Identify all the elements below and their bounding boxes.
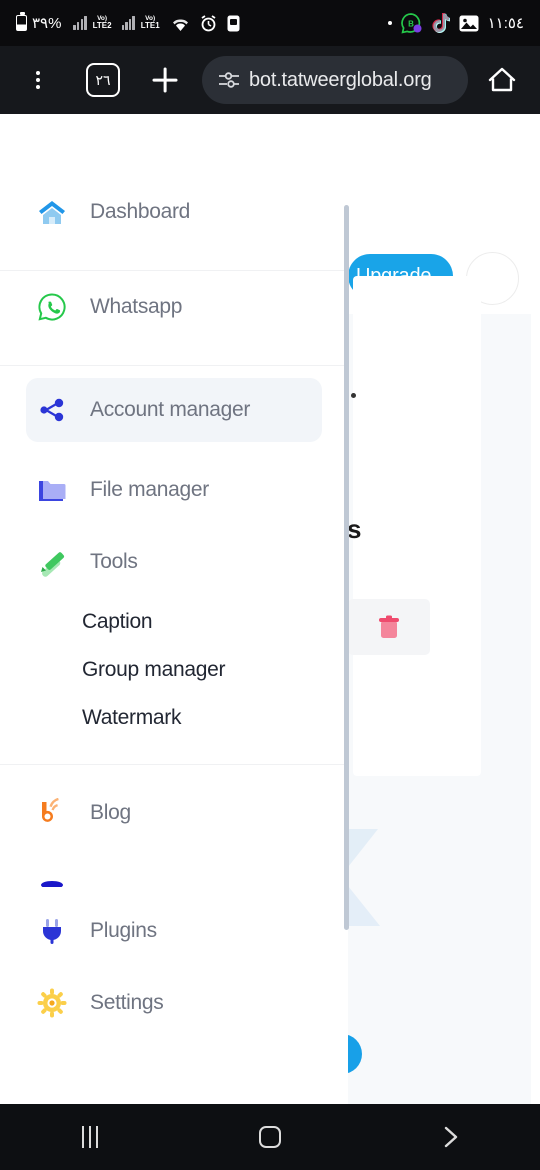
home-square-icon[interactable] (180, 1126, 360, 1148)
sidebar-label: Account manager (90, 398, 251, 421)
sidebar-label: File manager (90, 478, 209, 501)
site-settings-icon[interactable] (218, 71, 240, 89)
url-text[interactable]: bot.tatweerglobal.org (249, 69, 432, 92)
sim-card-icon (227, 15, 240, 32)
content-card (353, 276, 481, 776)
sidebar-label: Whatsapp (90, 295, 183, 318)
url-bar[interactable]: bot.tatweerglobal.org (202, 56, 468, 104)
sidebar-label: Settings (90, 991, 164, 1014)
sidebar-item-settings[interactable]: Settings (0, 967, 348, 1039)
signal-bars-icon (121, 16, 135, 30)
recents-icon[interactable] (0, 1126, 180, 1148)
plus-icon[interactable] (142, 58, 188, 102)
sidebar-sublabel: Watermark (82, 706, 182, 729)
back-chevron-icon[interactable] (360, 1123, 540, 1151)
share-nodes-icon (36, 394, 68, 426)
tools-pencil-icon (36, 546, 68, 578)
wifi-icon (171, 15, 190, 31)
sidebar-label: Blog (90, 801, 131, 824)
drawer-scrollbar[interactable] (344, 205, 349, 930)
alarm-clock-icon (200, 14, 217, 32)
sidebar-item-whatsapp[interactable]: Whatsapp (0, 271, 348, 343)
sidebar-item-tools[interactable]: Tools (0, 526, 348, 598)
sidebar-item-dashboard[interactable]: Dashboard (0, 176, 348, 248)
svg-text:B: B (408, 19, 414, 28)
plug-icon (36, 915, 68, 947)
whatsapp-business-icon: B (400, 12, 422, 34)
battery-icon (16, 12, 27, 31)
home-icon[interactable] (482, 58, 522, 102)
sidebar-sublabel: Caption (82, 610, 153, 633)
blog-rss-icon (36, 797, 68, 829)
list-bullet (351, 393, 356, 398)
partial-text-glyph: s (347, 514, 362, 544)
browser-toolbar: ٢٦ bot.tatweerglobal.org (0, 46, 540, 114)
sidebar-item-clipped[interactable] (0, 849, 348, 895)
gallery-icon (459, 15, 479, 32)
signal-bars-icon (73, 16, 87, 30)
android-nav-bar (0, 1104, 540, 1170)
sidebar-sublabel: Group manager (82, 658, 226, 681)
blue-partial-icon (36, 857, 68, 887)
folder-icon (36, 474, 68, 506)
drawer-menu: Dashboard Whatsapp Account manager File … (0, 114, 348, 1039)
sidebar-item-file-manager[interactable]: File manager (0, 454, 348, 526)
sidebar-subitem-watermark[interactable]: Watermark (0, 694, 348, 742)
dot-indicator (387, 21, 392, 25)
sidebar-label: Plugins (90, 919, 157, 942)
phone-screen: Upgrade s (0, 0, 540, 1170)
sidebar-subitem-caption[interactable]: Caption (0, 598, 348, 646)
gear-icon (36, 987, 68, 1019)
trash-icon (379, 615, 399, 638)
network-type-lte1: Vo) LTE1 (140, 14, 160, 31)
tiktok-icon (431, 12, 450, 34)
sidebar-label: Dashboard (90, 200, 191, 223)
sidebar-item-blog[interactable]: Blog (0, 777, 348, 849)
sidebar-label: Tools (90, 550, 138, 573)
navigation-drawer: Dashboard Whatsapp Account manager File … (0, 114, 348, 1114)
sidebar-item-account-manager[interactable]: Account manager (26, 378, 322, 442)
battery-percent: ٣٩% (32, 15, 62, 32)
network-type-lte2: Vo) LTE2 (92, 14, 112, 31)
house-icon (36, 196, 68, 228)
tab-counter-button[interactable]: ٢٦ (86, 63, 120, 97)
whatsapp-icon (36, 291, 68, 323)
status-bar: ٣٩% Vo) LTE2 Vo) LTE1 B ١١:٥٤ (0, 0, 540, 46)
sidebar-subitem-group-manager[interactable]: Group manager (0, 646, 348, 694)
sidebar-item-plugins[interactable]: Plugins (0, 895, 348, 967)
delete-tile[interactable] (348, 599, 430, 655)
clock-time: ١١:٥٤ (487, 15, 524, 32)
kebab-menu-icon[interactable] (18, 58, 58, 102)
tab-count-label: ٢٦ (95, 71, 111, 88)
